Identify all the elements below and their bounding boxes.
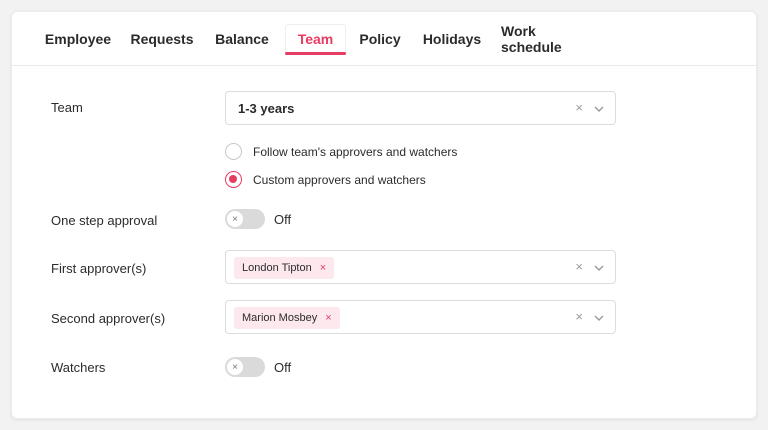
team-select-value: 1-3 years [238, 101, 295, 116]
tab-balance[interactable]: Balance [212, 12, 272, 66]
active-tab-indicator [285, 52, 346, 55]
tab-employee[interactable]: Employee [39, 12, 117, 66]
watchers-label: Watchers [51, 360, 106, 375]
one-step-approval-state: Off [274, 211, 292, 227]
radio-custom-approvers[interactable]: Custom approvers and watchers [225, 171, 426, 188]
clear-icon[interactable]: × [575, 309, 583, 324]
chevron-down-icon[interactable] [593, 262, 605, 274]
settings-card: Employee Requests Balance Team Policy Ho… [11, 11, 757, 419]
watchers-toggle[interactable]: × [225, 357, 265, 377]
remove-chip-icon[interactable]: × [325, 312, 331, 324]
team-label: Team [51, 100, 83, 115]
chevron-down-icon[interactable] [593, 103, 605, 115]
approver-chip: Marion Mosbey × [234, 307, 340, 329]
approver-chip-name: Marion Mosbey [242, 312, 318, 324]
watchers-state: Off [274, 359, 292, 375]
radio-custom-approvers-label: Custom approvers and watchers [253, 172, 426, 187]
radio-follow-team[interactable]: Follow team's approvers and watchers [225, 143, 457, 160]
first-approvers-select[interactable]: London Tipton × × [225, 250, 616, 284]
second-approvers-label: Second approver(s) [51, 311, 166, 326]
chevron-down-icon[interactable] [593, 312, 605, 324]
radio-follow-team-label: Follow team's approvers and watchers [253, 144, 458, 159]
tab-policy[interactable]: Policy [357, 12, 403, 66]
one-step-approval-toggle-row: × Off [225, 209, 291, 229]
approver-chip: London Tipton × [234, 257, 335, 279]
team-select[interactable]: 1-3 years × [225, 91, 616, 125]
clear-icon[interactable]: × [575, 259, 583, 274]
toggle-off-icon: × [227, 211, 243, 227]
approver-chip-name: London Tipton [242, 262, 312, 274]
radio-button-checked[interactable] [225, 171, 242, 188]
radio-button-unchecked[interactable] [225, 143, 242, 160]
tab-work-schedule[interactable]: Work schedule [501, 12, 597, 66]
watchers-toggle-row: × Off [225, 357, 291, 377]
one-step-approval-label: One step approval [51, 213, 158, 228]
one-step-approval-toggle[interactable]: × [225, 209, 265, 229]
tab-requests[interactable]: Requests [130, 12, 194, 66]
tab-team[interactable]: Team [285, 12, 346, 66]
clear-icon[interactable]: × [575, 100, 583, 115]
tab-holidays[interactable]: Holidays [421, 12, 483, 66]
tab-bar: Employee Requests Balance Team Policy Ho… [12, 12, 756, 66]
remove-chip-icon[interactable]: × [320, 262, 326, 274]
first-approvers-label: First approver(s) [51, 261, 147, 276]
second-approvers-select[interactable]: Marion Mosbey × × [225, 300, 616, 334]
toggle-off-icon: × [227, 359, 243, 375]
